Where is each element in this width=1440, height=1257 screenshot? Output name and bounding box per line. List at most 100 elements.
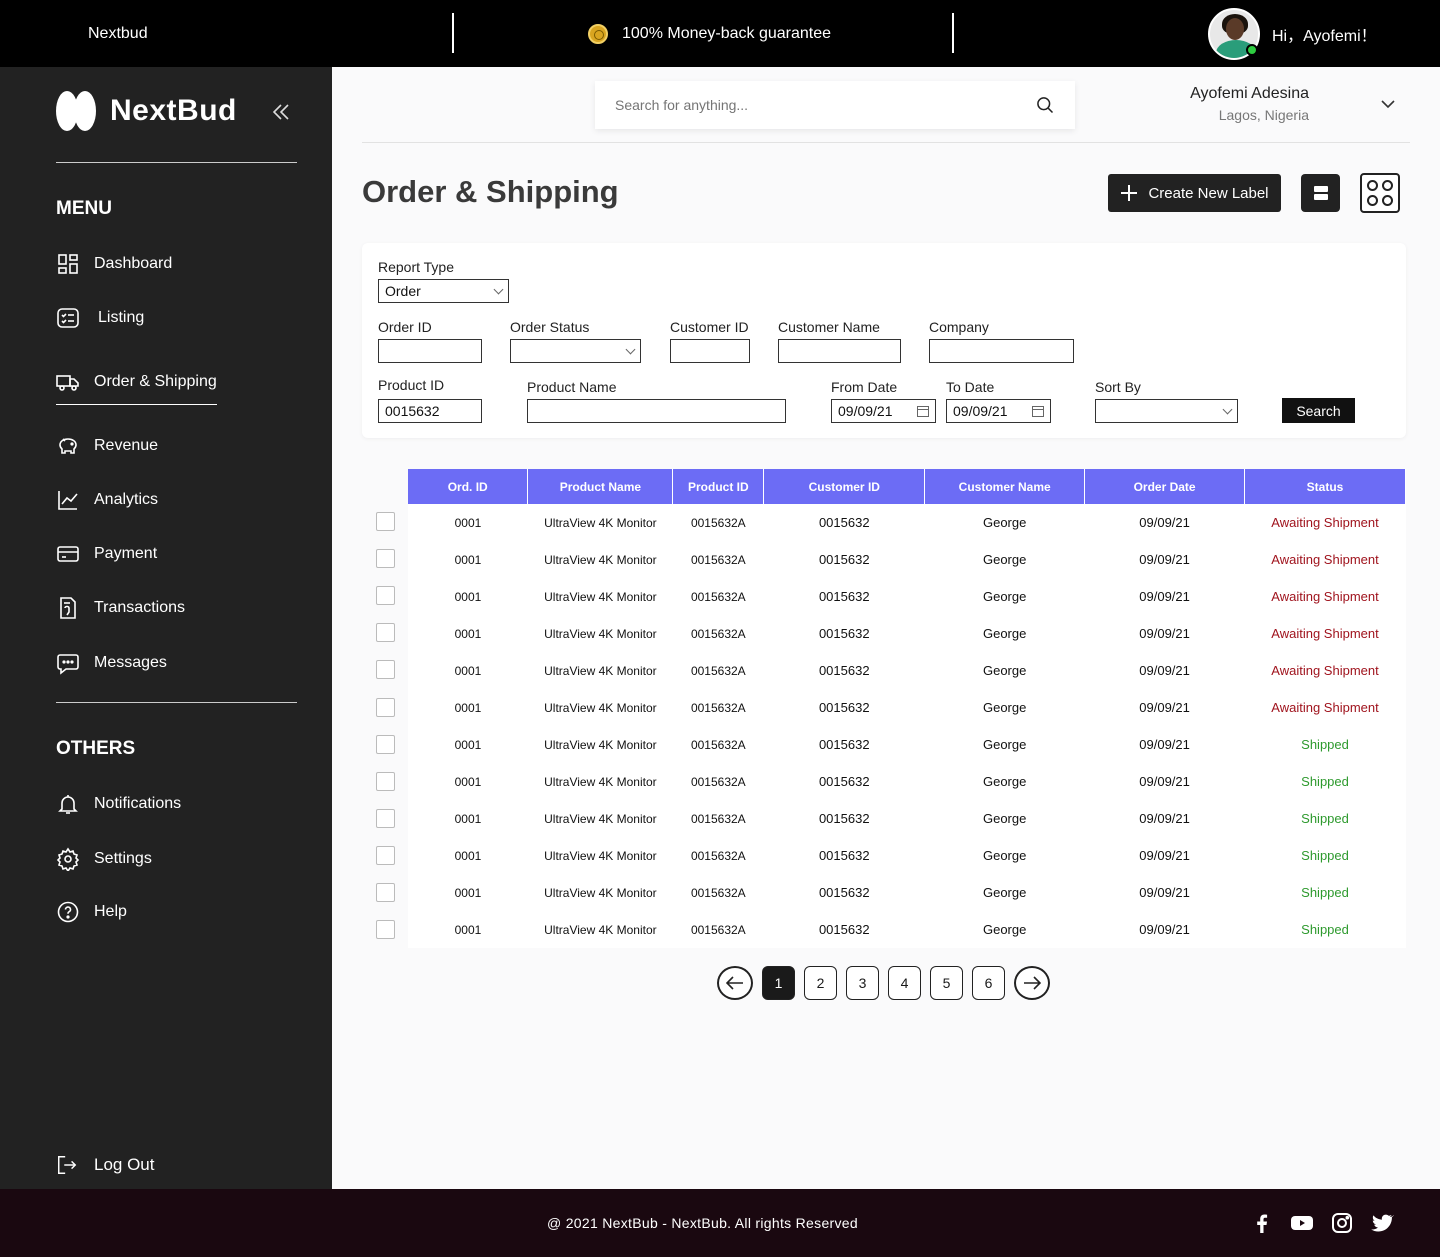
sidebar-item-dashboard[interactable]: Dashboard — [56, 252, 172, 276]
row-checkbox[interactable] — [376, 771, 395, 791]
logo[interactable]: NextBud — [56, 91, 237, 131]
facebook-icon[interactable] — [1250, 1211, 1274, 1235]
row-checkbox[interactable] — [376, 586, 395, 606]
table-row[interactable]: 0001 UltraView 4K Monitor 0015632A 0015632 G… — [408, 763, 1406, 800]
chevron-down-icon[interactable] — [1380, 96, 1396, 112]
row-checkbox[interactable] — [376, 808, 395, 828]
table-cell: 0015632A — [690, 589, 746, 604]
instagram-icon[interactable] — [1330, 1211, 1354, 1235]
table-row[interactable]: 0001 UltraView 4K Monitor 0015632A 0015632 G… — [408, 652, 1406, 689]
product-name-label: Product Name — [527, 379, 617, 395]
table-row[interactable]: 0001 UltraView 4K Monitor 0015632A 0015632 G… — [408, 615, 1406, 652]
row-checkbox[interactable] — [376, 697, 395, 717]
sidebar-item-payment[interactable]: Payment — [56, 542, 157, 566]
sidebar-item-notifications[interactable]: Notifications — [56, 792, 181, 816]
table-cell: Shipped — [1301, 774, 1349, 789]
page-title: Order & Shipping — [362, 174, 619, 209]
top-bar: Nextbud 100% Money-back guarantee Hi，Ayo… — [0, 0, 1440, 67]
sidebar-item-settings[interactable]: Settings — [56, 847, 152, 871]
column-header[interactable]: Product ID — [672, 469, 765, 504]
company-field[interactable] — [929, 339, 1074, 363]
page-button[interactable]: 3 — [846, 966, 879, 1000]
row-checkbox[interactable] — [376, 549, 395, 569]
table-row[interactable]: 0001 UltraView 4K Monitor 0015632A 0015632 G… — [408, 689, 1406, 726]
page-button[interactable]: 4 — [888, 966, 921, 1000]
table-cell: George — [982, 811, 1027, 826]
grid-view-button[interactable] — [1360, 173, 1400, 213]
table-cell: George — [982, 774, 1027, 789]
table-cell: Awaiting Shipment — [1271, 552, 1379, 567]
search-bar[interactable] — [595, 81, 1075, 129]
column-header[interactable]: Status — [1244, 469, 1406, 504]
online-status-icon — [1246, 44, 1258, 56]
row-checkbox[interactable] — [376, 920, 395, 940]
product-name-field[interactable] — [527, 399, 786, 423]
calendar-icon[interactable] — [1032, 405, 1044, 417]
column-header[interactable]: Product Name — [527, 469, 674, 504]
table-cell: UltraView 4K Monitor — [544, 885, 657, 900]
table-row[interactable]: 0001 UltraView 4K Monitor 0015632A 0015632 G… — [408, 541, 1406, 578]
logout-button[interactable]: Log Out — [56, 1154, 155, 1176]
row-checkbox[interactable] — [376, 512, 395, 531]
table-row[interactable]: 0001 UltraView 4K Monitor 0015632A 0015632 G… — [408, 911, 1406, 948]
table-row[interactable]: 0001 UltraView 4K Monitor 0015632A 0015632 G… — [408, 837, 1406, 874]
search-input[interactable] — [615, 97, 995, 113]
user-profile[interactable]: Ayofemi Adesina Lagos, Nigeria — [1184, 85, 1309, 123]
sidebar-item-label: Help — [94, 903, 127, 920]
user-greeting[interactable]: Hi，Ayofemi！ — [1208, 8, 1377, 60]
row-checkbox[interactable] — [376, 734, 395, 754]
sort-by-select[interactable] — [1095, 399, 1238, 423]
page-button[interactable]: 6 — [972, 966, 1005, 1000]
column-header[interactable]: Order Date — [1084, 469, 1246, 504]
create-label-button[interactable]: Create New Label — [1108, 174, 1281, 212]
sidebar-item-analytics[interactable]: Analytics — [56, 488, 158, 512]
order-id-field[interactable] — [378, 339, 482, 363]
table-cell: 09/09/21 — [1139, 515, 1190, 530]
page-button[interactable]: 2 — [804, 966, 837, 1000]
table-row[interactable]: 0001 UltraView 4K Monitor 0015632A 0015632 G… — [408, 578, 1406, 615]
sidebar-item-listing[interactable]: Listing — [56, 306, 144, 330]
table-row[interactable]: 0001 UltraView 4K Monitor 0015632A 0015632 G… — [408, 800, 1406, 837]
search-button[interactable]: Search — [1282, 398, 1355, 423]
product-id-field[interactable]: 0015632 — [378, 399, 482, 423]
table-row[interactable]: 0001 UltraView 4K Monitor 0015632A 0015632 G… — [408, 874, 1406, 911]
sidebar-item-messages[interactable]: Messages — [56, 651, 167, 675]
table-cell: UltraView 4K Monitor — [544, 811, 657, 826]
row-checkbox[interactable] — [376, 660, 395, 680]
page-button[interactable]: 1 — [762, 966, 795, 1000]
table-row[interactable]: 0001 UltraView 4K Monitor 0015632A 0015632 G… — [408, 726, 1406, 763]
sidebar: NextBud MENU Dashboard Listing Order & S… — [0, 67, 332, 1189]
twitter-icon[interactable] — [1370, 1211, 1394, 1235]
next-page-button[interactable] — [1014, 966, 1050, 1000]
column-header[interactable]: Customer ID — [763, 469, 926, 504]
column-header[interactable]: Customer Name — [924, 469, 1086, 504]
from-date-field[interactable]: 09/09/21 — [831, 399, 936, 423]
truck-icon — [56, 375, 79, 391]
sidebar-item-revenue[interactable]: Revenue — [56, 434, 158, 458]
table-cell: 0015632A — [690, 774, 746, 789]
column-header[interactable]: Ord. ID — [408, 469, 529, 504]
to-date-label: To Date — [946, 379, 995, 395]
double-chevron-left-icon[interactable] — [272, 97, 290, 128]
sidebar-item-help[interactable]: Help — [56, 900, 127, 924]
to-date-field[interactable]: 09/09/21 — [946, 399, 1051, 423]
search-icon[interactable] — [1035, 95, 1055, 115]
customer-name-field[interactable] — [778, 339, 901, 363]
sidebar-item-order-shipping[interactable]: Order & Shipping — [56, 370, 217, 405]
table-row[interactable]: 0001 UltraView 4K Monitor 0015632A 0015632 G… — [408, 504, 1406, 541]
table-cell: UltraView 4K Monitor — [544, 774, 657, 789]
customer-id-field[interactable] — [670, 339, 750, 363]
page-button[interactable]: 5 — [930, 966, 963, 1000]
plus-icon — [1121, 185, 1138, 201]
order-status-select[interactable] — [510, 339, 641, 363]
youtube-icon[interactable] — [1290, 1211, 1314, 1235]
sidebar-item-transactions[interactable]: Transactions — [56, 596, 185, 620]
report-type-select[interactable]: Order — [378, 279, 509, 303]
list-view-button[interactable] — [1301, 174, 1340, 212]
row-checkbox[interactable] — [376, 845, 395, 865]
table-cell: George — [982, 848, 1027, 863]
calendar-icon[interactable] — [917, 405, 929, 417]
row-checkbox[interactable] — [376, 883, 395, 902]
prev-page-button[interactable] — [717, 966, 753, 1000]
row-checkbox[interactable] — [376, 623, 395, 643]
